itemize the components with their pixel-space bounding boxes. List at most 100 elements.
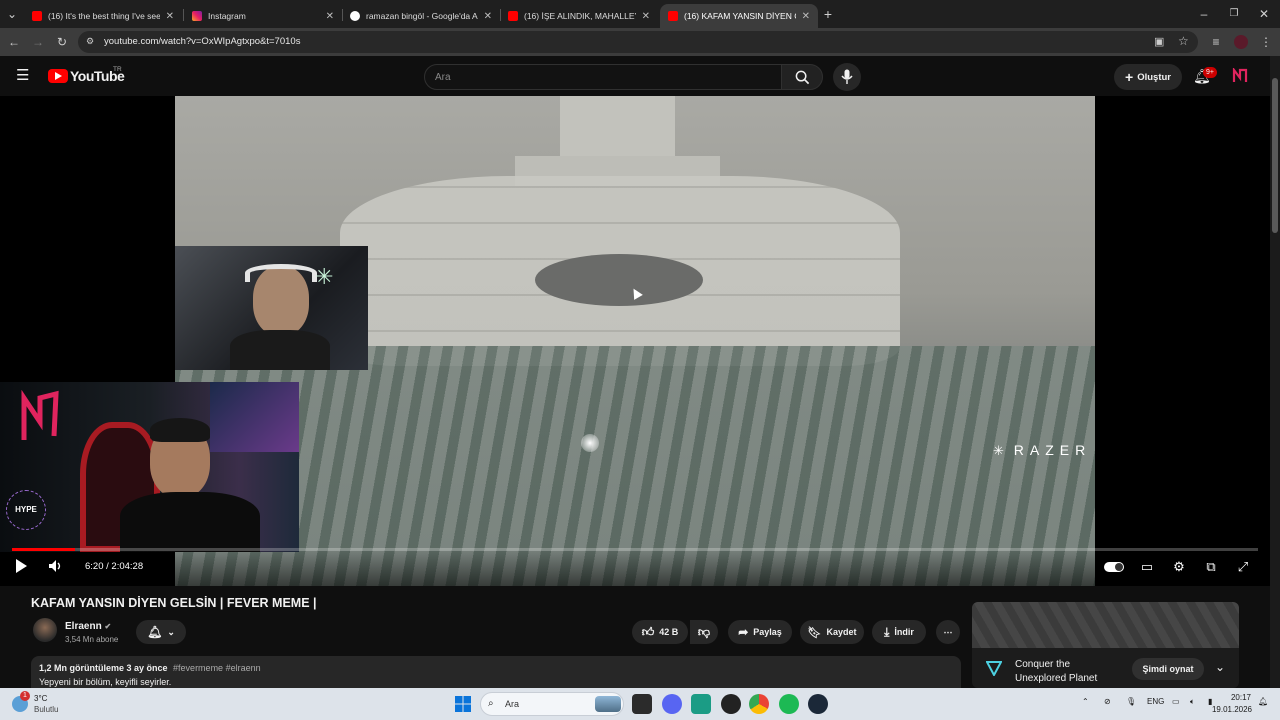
ad-play-now-button[interactable]: Şimdi oynat: [1132, 658, 1204, 680]
restore-icon[interactable]: ❐: [1226, 6, 1242, 22]
search-button[interactable]: [781, 64, 823, 90]
fullscreen-icon[interactable]: ⤢: [1234, 558, 1252, 576]
like-button[interactable]: 👍︎ 42 B: [632, 620, 688, 644]
time-display: 6:20 / 2:04:28: [85, 561, 144, 572]
search-input[interactable]: Ara: [424, 64, 782, 90]
chevron-down-icon: ⌄: [167, 626, 175, 637]
new-tab-button[interactable]: +: [820, 6, 836, 22]
windows-taskbar: 1 3°C Bulutlu ⌕ Ara ⌃ ⊘ 🎙︎ ENG ▭ 🔈︎ ▮ 20…: [0, 688, 1280, 720]
miniplayer-icon[interactable]: ⧉: [1202, 558, 1220, 576]
steam-icon[interactable]: [808, 694, 828, 714]
language-indicator[interactable]: ENG: [1147, 697, 1164, 706]
notification-center-icon[interactable]: 🔔︎: [1258, 697, 1268, 706]
play-button[interactable]: [12, 558, 30, 576]
back-icon[interactable]: ←: [6, 34, 22, 50]
close-window-icon[interactable]: ✕: [1256, 6, 1272, 22]
youtube-icon: [508, 11, 518, 21]
close-icon[interactable]: ✕: [642, 11, 650, 22]
menu-dots-icon[interactable]: ⋮: [1258, 34, 1274, 50]
chrome-icon[interactable]: [749, 694, 769, 714]
subscribed-bell-button[interactable]: 🔔︎ ⌄: [136, 620, 186, 644]
save-label: Kaydet: [826, 627, 857, 637]
tray-chevron-icon[interactable]: ⌃: [1082, 697, 1089, 706]
github-icon[interactable]: [721, 694, 741, 714]
tray-app-icon[interactable]: ⊘: [1104, 697, 1111, 706]
download-button[interactable]: ⤓ İndir: [872, 620, 926, 644]
browser-tab-4[interactable]: (16) İŞE ALINDIK, MAHALLEYE A ✕: [500, 4, 658, 28]
subscriber-count: 3,54 Mn abone: [65, 635, 119, 644]
address-bar[interactable]: ⚙ youtube.com/watch?v=OxWIpAgtxpo&t=7010…: [78, 31, 1198, 53]
settings-gear-icon[interactable]: ⚙: [1170, 558, 1188, 576]
youtube-icon: [668, 11, 678, 21]
bell-icon: 🔔︎: [147, 625, 163, 639]
notification-count-badge: 9+: [1203, 67, 1217, 78]
taskbar-search-input[interactable]: ⌕ Ara: [480, 692, 624, 716]
channel-avatar[interactable]: [33, 618, 57, 642]
player-controls: 6:20 / 2:04:28 ▭ ⚙ ⧉ ⤢: [0, 548, 1270, 586]
video-title: KAFAM YANSIN DİYEN GELSİN | FEVER MEME |: [31, 596, 317, 610]
razer-snake-icon: ✳︎: [993, 443, 1004, 458]
description-text: Yepyeni bir bölüm, keyifli seyirler.: [39, 677, 172, 687]
close-icon[interactable]: ✕: [166, 11, 174, 22]
hamburger-menu-icon[interactable]: ☰: [16, 68, 32, 84]
description-box[interactable]: 1,2 Mn görüntüleme 3 ay önce #fevermeme …: [31, 656, 961, 688]
progress-bar[interactable]: [12, 548, 1258, 551]
app-icon[interactable]: [691, 694, 711, 714]
region-code: TR: [113, 66, 122, 73]
close-icon[interactable]: ✕: [326, 11, 334, 22]
cast-icon[interactable]: ▣: [1154, 35, 1164, 48]
site-info-icon[interactable]: ⚙: [86, 36, 94, 47]
profile-avatar[interactable]: [1234, 35, 1248, 49]
browser-tab-2[interactable]: Instagram ✕: [184, 4, 342, 28]
razer-logo-icon: ✳︎: [315, 264, 334, 289]
more-actions-button[interactable]: ⋯: [936, 620, 960, 644]
voice-search-button[interactable]: [833, 63, 861, 91]
save-button[interactable]: 🔖︎ Kaydet: [800, 620, 864, 644]
network-icon[interactable]: ▭: [1172, 697, 1180, 706]
youtube-masthead: ☰ YouTube TR Ara + Oluştur 🔔︎ 9+: [0, 56, 1280, 96]
volume-button[interactable]: [46, 558, 64, 576]
reload-icon[interactable]: ↻: [54, 34, 70, 50]
browser-tab-1[interactable]: (16) It's the best thing I've seen ✕: [24, 4, 182, 28]
close-icon[interactable]: ✕: [802, 11, 810, 22]
more-dots-icon: ⋯: [943, 626, 953, 637]
browser-tab-3[interactable]: ramazan bingöl - Google'da Ar ✕: [342, 4, 500, 28]
download-label: İndir: [894, 627, 914, 637]
page-scrollbar[interactable]: [1270, 56, 1280, 688]
spotify-icon[interactable]: [779, 694, 799, 714]
search-highlight-image: [595, 696, 621, 712]
search-icon: [795, 70, 810, 85]
discord-icon[interactable]: [662, 694, 682, 714]
account-avatar[interactable]: [1232, 66, 1248, 84]
clock-date[interactable]: 19.01.2026: [1202, 705, 1252, 714]
ad-banner-image: [972, 602, 1239, 648]
windows-start-icon[interactable]: [455, 696, 471, 712]
browser-tab-5[interactable]: (16) KAFAM YANSIN DİYEN GEL ✕: [660, 4, 818, 28]
channel-name[interactable]: Elraenn ✔: [65, 621, 111, 632]
tab-search-icon[interactable]: ⌄: [4, 6, 20, 22]
share-button[interactable]: ➦ Paylaş: [728, 620, 792, 644]
browser-toolbar: ← → ↻ ⚙ youtube.com/watch?v=OxWIpAgtxpo&…: [0, 28, 1280, 56]
sponsored-ad-card[interactable]: Conquer the Unexplored Planet Şimdi oyna…: [972, 602, 1239, 688]
subtitles-icon[interactable]: ▭: [1138, 558, 1156, 576]
url-text: youtube.com/watch?v=OxWIpAgtxpo&t=7010s: [104, 36, 301, 47]
speaker-icon[interactable]: 🔈︎: [1190, 697, 1195, 707]
minimize-icon[interactable]: –: [1196, 6, 1212, 22]
youtube-logo-icon[interactable]: [48, 69, 68, 83]
media-control-icon[interactable]: ≡: [1208, 34, 1224, 50]
bookmark-star-icon[interactable]: ☆: [1178, 34, 1189, 48]
microphone-icon[interactable]: 🎙︎: [1126, 697, 1136, 706]
dislike-button[interactable]: 👎︎: [690, 620, 718, 644]
autoplay-toggle[interactable]: [1104, 558, 1126, 576]
video-player[interactable]: ✳︎ RAZER ✳︎ HYPE 6:20 / 2:04:28 ▭ ⚙ ⧉ ⤢: [0, 96, 1270, 586]
search-icon: ⌕: [488, 698, 494, 709]
close-icon[interactable]: ✕: [484, 11, 492, 22]
taskbar-search-placeholder: Ara: [505, 699, 520, 709]
forward-icon[interactable]: →: [30, 34, 46, 50]
create-button[interactable]: + Oluştur: [1114, 64, 1182, 90]
task-view-icon[interactable]: [632, 694, 652, 714]
hashtags[interactable]: #fevermeme #elraenn: [173, 663, 261, 673]
chevron-down-icon[interactable]: ⌄: [1215, 660, 1225, 674]
clock-time[interactable]: 20:17: [1215, 693, 1251, 702]
bookmark-icon: 🔖︎: [807, 626, 822, 639]
